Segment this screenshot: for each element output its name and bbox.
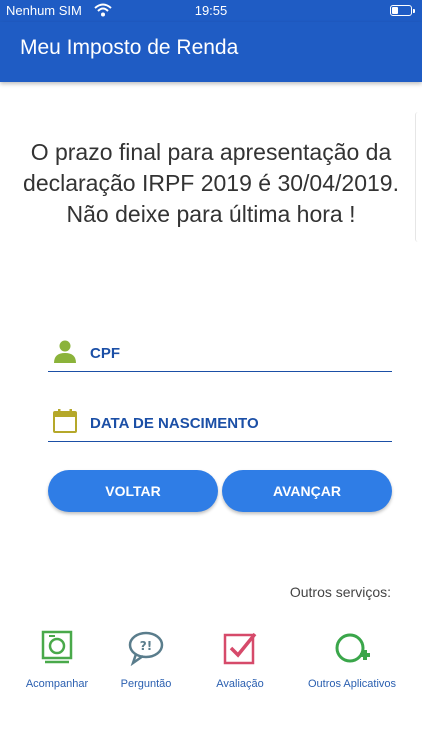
app-title: Meu Imposto de Renda	[20, 36, 239, 59]
deadline-notice: O prazo final para apresentação da decla…	[23, 139, 399, 227]
other-services-heading: Outros serviços:	[289, 584, 391, 600]
add-circle-icon	[335, 633, 370, 663]
question-chat-icon: ?!	[128, 631, 164, 666]
service-label: Outros Aplicativos	[307, 678, 397, 690]
clock: 19:55	[194, 3, 228, 18]
next-button[interactable]: AVANÇAR	[222, 470, 392, 512]
birth-date-label: DATA DE NASCIMENTO	[90, 415, 259, 432]
battery-icon	[390, 5, 415, 16]
service-outros-aplicativos[interactable]: Outros Aplicativos	[297, 630, 407, 690]
status-bar: Nenhum SIM 19:55	[0, 0, 422, 22]
svg-text:?!: ?!	[140, 639, 152, 653]
calendar-icon	[53, 409, 77, 433]
person-icon	[54, 340, 76, 363]
monitor-icon	[41, 630, 73, 664]
back-button[interactable]: VOLTAR	[48, 470, 218, 512]
scroll-indicator	[415, 112, 422, 242]
cpf-field[interactable]: CPF	[48, 335, 392, 372]
app-bar: Meu Imposto de Renda	[0, 22, 422, 82]
service-avaliacao[interactable]: Avaliação	[185, 630, 295, 690]
birth-date-field[interactable]: DATA DE NASCIMENTO	[48, 405, 392, 442]
service-label: Avaliação	[216, 678, 264, 690]
checkbox-icon	[223, 632, 257, 665]
cpf-label: CPF	[90, 345, 120, 362]
